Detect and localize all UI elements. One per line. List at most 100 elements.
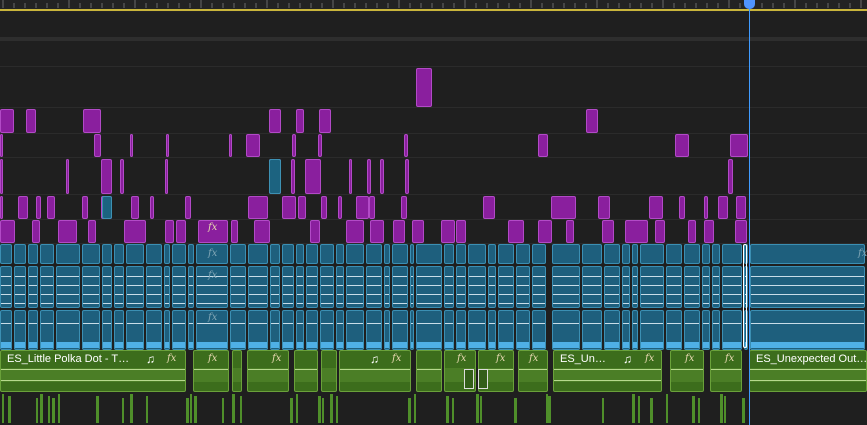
music-clip[interactable]: [321, 350, 337, 392]
audio-clip[interactable]: [622, 310, 630, 350]
video-clip[interactable]: [124, 220, 146, 243]
audio-clip[interactable]: [114, 244, 124, 264]
video-clip[interactable]: [319, 109, 331, 133]
audio-clip[interactable]: [14, 244, 26, 264]
video-clip[interactable]: [130, 134, 133, 157]
playhead-handle-icon[interactable]: [744, 0, 755, 9]
audio-clip[interactable]: [230, 266, 246, 308]
music-clip[interactable]: ♫ fx: [339, 350, 411, 392]
audio-clip[interactable]: [410, 310, 414, 350]
audio-clip[interactable]: [384, 266, 390, 308]
audio-clip[interactable]: [28, 244, 38, 264]
video-clip[interactable]: [735, 220, 747, 243]
audio-clip[interactable]: [750, 266, 865, 308]
audio-clip[interactable]: [172, 266, 186, 308]
audio-clip[interactable]: [392, 244, 408, 264]
video-clip[interactable]: [101, 159, 112, 194]
audio-clip[interactable]: [164, 244, 170, 264]
audio-clip[interactable]: [346, 310, 364, 350]
video-clip[interactable]: [298, 196, 306, 219]
audio-clip[interactable]: [468, 310, 486, 350]
video-clip[interactable]: [538, 134, 548, 157]
audio-clip[interactable]: [0, 244, 12, 264]
video-clip[interactable]: [291, 159, 295, 194]
audio-clip[interactable]: [164, 266, 170, 308]
audio-clip[interactable]: [622, 244, 630, 264]
audio-clip[interactable]: [56, 310, 80, 350]
keyframe-marker[interactable]: [464, 369, 474, 389]
audio-clip[interactable]: [582, 310, 602, 350]
audio-clip[interactable]: [456, 244, 466, 264]
audio-clip[interactable]: [188, 310, 194, 350]
audio-clip[interactable]: [102, 266, 112, 308]
audio-clip[interactable]: [416, 266, 442, 308]
edit-point-marker[interactable]: [743, 244, 747, 348]
video-clip[interactable]: [94, 134, 101, 157]
audio-clip[interactable]: [702, 266, 710, 308]
audio-clip[interactable]: [392, 266, 408, 308]
audio-clip[interactable]: [722, 266, 742, 308]
audio-clip[interactable]: [296, 266, 304, 308]
audio-clip[interactable]: [712, 310, 720, 350]
audio-clip[interactable]: [126, 244, 144, 264]
music-clip[interactable]: ES_Unexpected Outcome: [749, 350, 867, 392]
video-clip[interactable]: [82, 196, 88, 219]
video-clip[interactable]: [102, 196, 112, 219]
video-clip[interactable]: [483, 196, 495, 219]
audio-clip[interactable]: [666, 310, 682, 350]
audio-clip[interactable]: [126, 266, 144, 308]
audio-clip[interactable]: [456, 266, 466, 308]
audio-clip[interactable]: [82, 310, 100, 350]
audio-clip[interactable]: [684, 266, 700, 308]
video-clip[interactable]: [728, 159, 733, 194]
audio-clip[interactable]: [666, 266, 682, 308]
video-clip[interactable]: [165, 159, 168, 194]
playhead-line[interactable]: [749, 0, 750, 425]
video-clip[interactable]: [318, 134, 322, 157]
video-clip[interactable]: [551, 196, 576, 219]
audio-clip[interactable]: [146, 244, 162, 264]
video-clip[interactable]: [380, 159, 384, 194]
video-clip[interactable]: [269, 109, 281, 133]
video-clip[interactable]: [0, 109, 14, 133]
video-clip[interactable]: [165, 220, 174, 243]
video-clip[interactable]: [229, 134, 232, 157]
video-clip[interactable]: [393, 220, 405, 243]
video-clip[interactable]: [0, 159, 3, 194]
audio-clip[interactable]: [0, 266, 12, 308]
video-clip[interactable]: [704, 196, 708, 219]
audio-clip[interactable]: [552, 244, 580, 264]
audio-clip[interactable]: [498, 310, 514, 350]
video-clip[interactable]: [305, 159, 321, 194]
work-area-bar[interactable]: [0, 9, 867, 11]
music-clip[interactable]: fx: [247, 350, 289, 392]
video-clip[interactable]: [688, 220, 696, 243]
music-clip[interactable]: [294, 350, 318, 392]
music-clip[interactable]: ES_Little Polka Dot - The ... ♫ fx: [0, 350, 186, 392]
audio-clip[interactable]: [632, 266, 638, 308]
audio-clip[interactable]: [444, 266, 454, 308]
audio-clip[interactable]: [604, 244, 620, 264]
video-clip[interactable]: [598, 196, 610, 219]
audio-clip[interactable]: [306, 266, 318, 308]
audio-clip[interactable]: [366, 310, 382, 350]
audio-clip[interactable]: [640, 310, 664, 350]
audio-clip[interactable]: [516, 266, 530, 308]
audio-clip[interactable]: [604, 266, 620, 308]
audio-clip[interactable]: [282, 310, 294, 350]
audio-clip[interactable]: [516, 244, 530, 264]
audio-clip[interactable]: [146, 266, 162, 308]
audio-clip[interactable]: [102, 310, 112, 350]
video-clip[interactable]: [254, 220, 270, 243]
audio-clip[interactable]: [270, 266, 280, 308]
audio-clip[interactable]: [270, 310, 280, 350]
audio-clip[interactable]: [392, 310, 408, 350]
audio-clip[interactable]: [498, 266, 514, 308]
video-clip[interactable]: [349, 159, 352, 194]
timeline-panel[interactable]: fx fx fx fx fx ES_Little Polka Dot - The ..…: [0, 0, 867, 425]
video-clip[interactable]: [730, 134, 748, 157]
audio-clip[interactable]: [722, 244, 742, 264]
video-clip[interactable]: [508, 220, 524, 243]
audio-clip[interactable]: [516, 310, 530, 350]
audio-clip[interactable]: [114, 266, 124, 308]
